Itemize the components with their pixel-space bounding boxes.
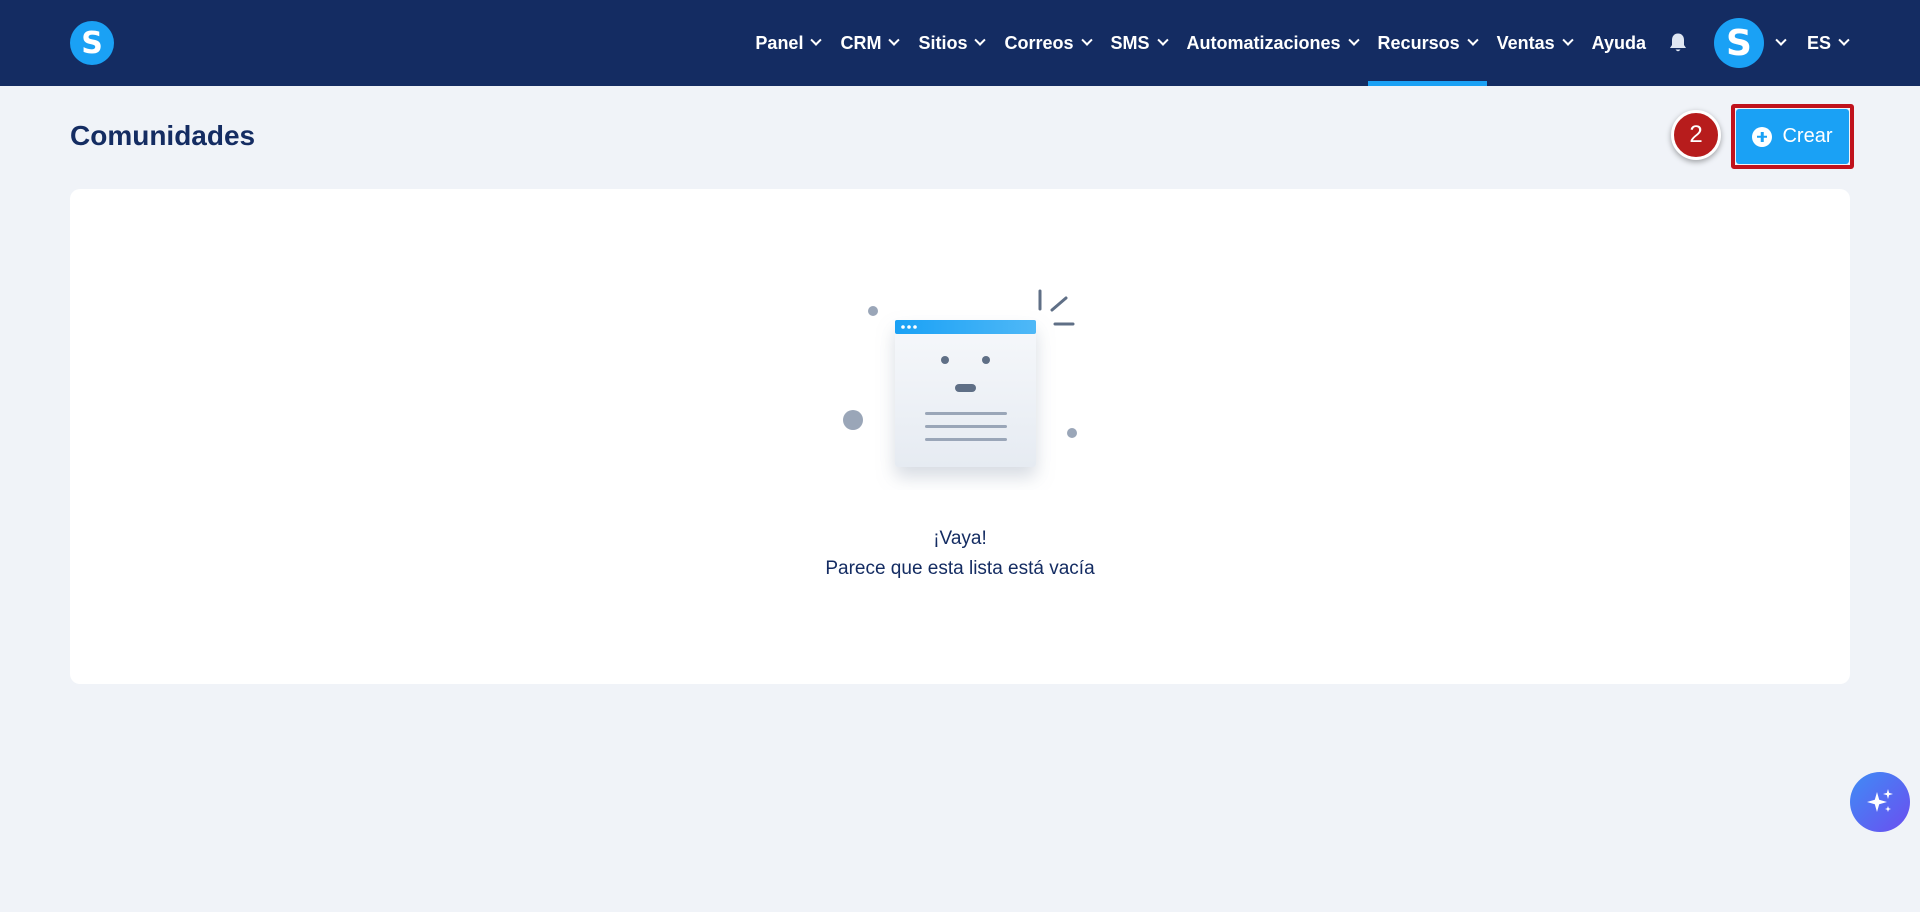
chevron-down-icon [974,34,987,46]
chevron-down-icon [1347,34,1360,46]
nav-item-sitios[interactable]: Sitios [908,0,994,86]
language-label: ES [1806,32,1831,53]
notifications-button[interactable] [1656,0,1700,86]
top-navbar: S Panel CRM Sitios Correos SMS Automatiz… [0,0,1920,86]
ai-assistant-button[interactable] [1850,772,1910,832]
empty-state-subtitle: Parece que esta lista está vacía [825,558,1095,579]
nav-label: Correos [1004,32,1074,53]
chevron-down-icon [810,34,823,46]
page-title: Comunidades [70,120,256,151]
nav-label: Automatizaciones [1186,32,1341,53]
nav-label: Ventas [1496,32,1555,53]
nav-label: SMS [1110,32,1150,53]
create-button[interactable]: Crear [1736,109,1849,164]
empty-state-title: ¡Vaya! [933,528,987,549]
nav-item-ayuda[interactable]: Ayuda [1582,0,1656,86]
language-selector[interactable]: ES [1797,0,1858,86]
logo[interactable]: S [70,21,114,65]
chevron-down-icon [1156,34,1169,46]
sparkles-icon [1867,789,1893,812]
nav-item-sms[interactable]: SMS [1101,0,1177,86]
chevron-down-icon [1080,34,1093,46]
chevron-down-icon [1466,34,1479,46]
empty-list-illustration-icon [843,289,1077,467]
chevron-down-icon [1838,34,1850,46]
nav-item-correos[interactable]: Correos [994,0,1100,86]
avatar: S [1713,18,1764,68]
chevron-down-icon [888,34,901,46]
chevron-down-icon [1561,34,1574,46]
nav-item-recursos[interactable]: Recursos [1367,0,1487,86]
chevron-down-icon [1775,34,1787,46]
main-nav: Panel CRM Sitios Correos SMS Automatizac… [745,0,1858,86]
nav-label: Sitios [918,32,968,53]
nav-item-panel[interactable]: Panel [745,0,830,86]
bell-icon [1669,33,1686,52]
plus-circle-icon [1752,126,1773,147]
user-menu[interactable]: S [1700,0,1797,86]
nav-label: Recursos [1377,32,1460,53]
nav-label: CRM [840,32,882,53]
nav-item-ventas[interactable]: Ventas [1487,0,1582,86]
create-button-label: Crear [1782,125,1833,147]
step-badge: 2 [1671,110,1721,160]
nav-label: Panel [755,32,804,53]
nav-item-crm[interactable]: CRM [830,0,908,86]
nav-label: Ayuda [1591,32,1646,53]
nav-item-automatizaciones[interactable]: Automatizaciones [1177,0,1368,86]
